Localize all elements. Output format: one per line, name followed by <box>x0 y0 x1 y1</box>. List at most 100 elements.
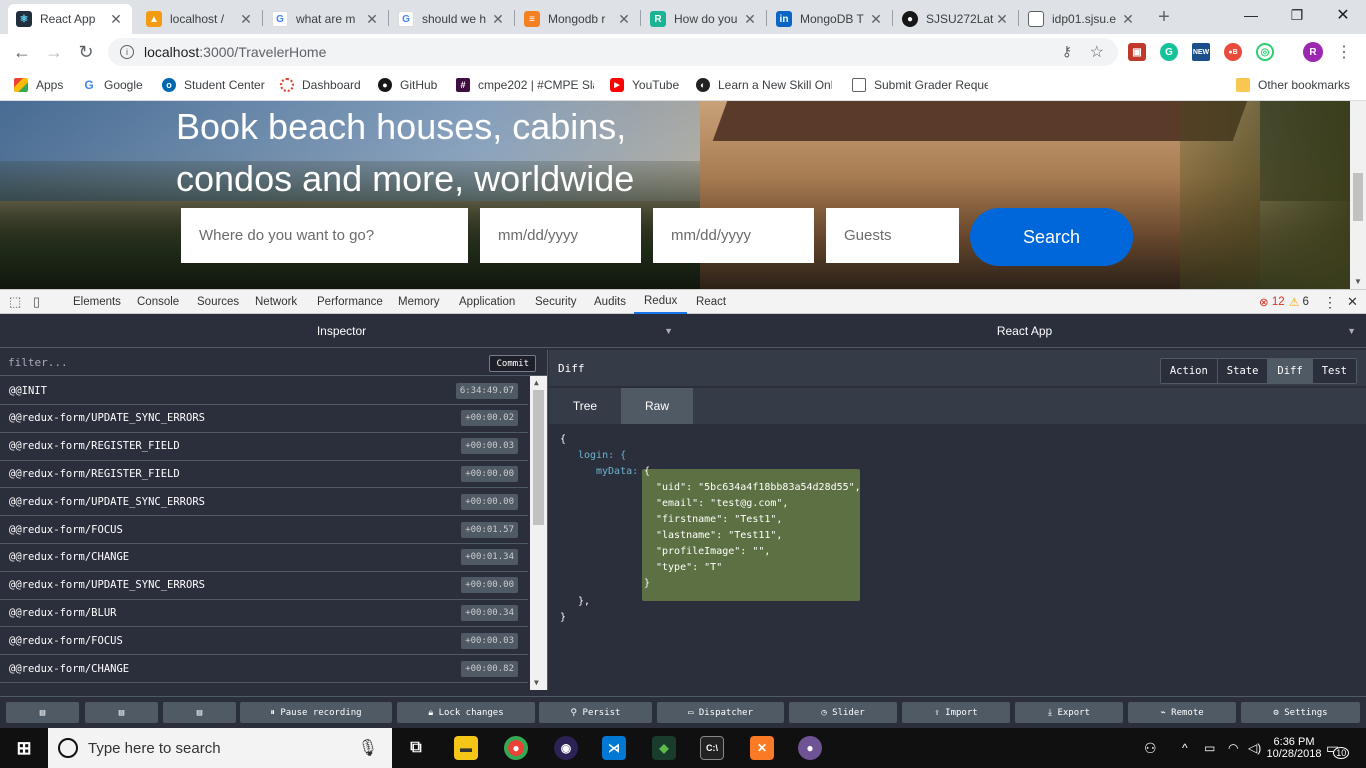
minimize-button[interactable]: — <box>1228 0 1274 30</box>
tab-react-app[interactable]: ⚛ React App ✕ <box>8 4 132 34</box>
maximize-button[interactable]: ❐ <box>1274 0 1320 30</box>
monitor-select[interactable]: Inspector ▼ <box>0 314 683 348</box>
notifications-icon[interactable]: ▭ 10 <box>1326 728 1350 768</box>
tab-linkedin[interactable]: in MongoDB T ✕ <box>768 4 892 34</box>
close-icon[interactable]: ✕ <box>616 11 632 28</box>
lock-changes-button[interactable]: 🔒︎ Lock changes <box>397 702 535 723</box>
xampp-icon[interactable]: ✕ <box>750 736 774 760</box>
battery-icon[interactable]: ▭ <box>1204 728 1215 768</box>
action-list-item[interactable]: @@redux-form/FOCUS +00:00.03 <box>0 627 528 656</box>
warning-count[interactable]: ⚠ 6 <box>1288 290 1310 314</box>
subtab-tree[interactable]: Tree <box>549 388 621 424</box>
scroll-down-arrow-icon[interactable]: ▼ <box>1354 277 1362 286</box>
guests-input[interactable]: Guests <box>826 208 959 263</box>
bookmark-youtube[interactable]: ▶ YouTube <box>610 76 679 94</box>
close-icon[interactable]: ✕ <box>868 11 884 28</box>
tab-console[interactable]: Console <box>136 290 180 314</box>
wifi-icon[interactable]: ◠ <box>1228 728 1238 768</box>
scroll-up-arrow-icon[interactable]: ▲ <box>534 378 539 387</box>
close-icon[interactable]: ✕ <box>238 11 254 28</box>
error-count[interactable]: ⊗ 12 <box>1258 290 1286 314</box>
inspect-element-icon[interactable]: ⬚ <box>8 290 22 314</box>
grammarly-icon[interactable]: G <box>1160 43 1178 61</box>
tab-performance[interactable]: Performance <box>316 290 384 314</box>
mode-diff-button[interactable]: Diff <box>1267 359 1312 383</box>
mode-test-button[interactable]: Test <box>1311 359 1356 383</box>
tab-application[interactable]: Application <box>458 290 516 314</box>
window-close-button[interactable]: ✕ <box>1320 0 1366 30</box>
github-desktop-icon[interactable]: ● <box>798 736 822 760</box>
forward-button[interactable]: → <box>42 40 66 64</box>
close-icon[interactable]: ✕ <box>490 11 506 28</box>
action-list-item[interactable]: @@redux-form/BLUR +00:00.34 <box>0 599 528 628</box>
chart-monitor-button[interactable]: ▤ <box>85 702 158 723</box>
bookmark-other[interactable]: Other bookmarks <box>1236 76 1350 94</box>
bookmark-lynda[interactable]: ◐ Learn a New Skill Onl <box>696 76 832 94</box>
devtools-close-icon[interactable]: ✕ <box>1346 290 1359 314</box>
bookmark-google[interactable]: G Google <box>82 76 143 94</box>
pause-recording-button[interactable]: ⏸ Pause recording <box>240 702 392 723</box>
import-button[interactable]: ⇪ Import <box>902 702 1010 723</box>
action-list-scrollbar[interactable]: ▲ ▼ <box>530 376 547 690</box>
checkout-date-input[interactable]: mm/dd/yyyy <box>653 208 814 263</box>
filter-input[interactable]: filter... Commit <box>0 350 548 376</box>
extension-icon[interactable]: ▣ <box>1128 43 1146 61</box>
file-explorer-icon[interactable]: ▬ <box>454 736 478 760</box>
close-icon[interactable]: ✕ <box>742 11 758 28</box>
action-list-item[interactable]: @@redux-form/UPDATE_SYNC_ERRORS +00:00.02 <box>0 405 528 433</box>
page-scrollbar[interactable]: ▼ <box>1350 101 1366 289</box>
chrome-icon[interactable]: ● <box>504 736 528 760</box>
search-button[interactable]: Search <box>970 208 1133 266</box>
mode-action-button[interactable]: Action <box>1160 359 1217 383</box>
key-icon[interactable]: ⚷ <box>1062 43 1072 60</box>
action-list-item[interactable]: @@redux-form/CHANGE +00:01.34 <box>0 544 528 572</box>
bookmark-grader[interactable]: Submit Grader Reque <box>852 76 988 94</box>
remote-button[interactable]: ⌁ Remote <box>1128 702 1236 723</box>
settings-button[interactable]: ⚙ Settings <box>1241 702 1360 723</box>
log-monitor-button[interactable]: ▤ <box>6 702 79 723</box>
tab-stackoverflow[interactable]: ≡ Mongodb r ✕ <box>516 4 640 34</box>
tab-google-2[interactable]: G should we h ✕ <box>390 4 514 34</box>
close-icon[interactable]: ✕ <box>108 11 124 28</box>
close-icon[interactable]: ✕ <box>364 11 380 28</box>
microphone-icon[interactable]: 🎙︎ <box>358 738 378 758</box>
eclipse-icon[interactable]: ◉ <box>554 736 578 760</box>
scrollbar-thumb[interactable] <box>533 390 544 525</box>
scrollbar-thumb[interactable] <box>1353 173 1363 221</box>
task-view-icon[interactable]: ⧉ <box>404 736 428 760</box>
windows-start-icon[interactable]: ⊞ <box>12 736 36 760</box>
action-list-item[interactable]: @@redux-form/REGISTER_FIELD +00:00.00 <box>0 460 528 489</box>
instance-select[interactable]: React App ▼ <box>683 314 1366 348</box>
tab-localhost[interactable]: ▲ localhost / ✕ <box>138 4 262 34</box>
tab-idp[interactable]: idp01.sjsu.e ✕ <box>1020 4 1144 34</box>
people-icon[interactable]: ⚇ <box>1144 728 1157 768</box>
address-bar[interactable]: i localhost:3000/TravelerHome ⚷ ☆ <box>108 38 1118 66</box>
tab-security[interactable]: Security <box>534 290 578 314</box>
tab-researchgate[interactable]: R How do you ✕ <box>642 4 766 34</box>
tab-audits[interactable]: Audits <box>593 290 627 314</box>
new-extension-icon[interactable]: NEW <box>1192 43 1210 61</box>
tab-sources[interactable]: Sources <box>196 290 240 314</box>
action-list-item[interactable]: @@redux-form/REGISTER_FIELD +00:00.03 <box>0 433 528 461</box>
inspector-monitor-button[interactable]: ▤ <box>163 702 236 723</box>
tab-google-1[interactable]: G what are m ✕ <box>264 4 388 34</box>
extension-ring-icon[interactable]: ◎ <box>1256 43 1274 61</box>
checkin-date-input[interactable]: mm/dd/yyyy <box>480 208 641 263</box>
scroll-down-arrow-icon[interactable]: ▼ <box>534 678 539 687</box>
more-menu-icon[interactable]: ⋮ <box>1332 40 1356 64</box>
chevron-up-icon[interactable]: ^ <box>1182 728 1188 768</box>
where-input[interactable]: Where do you want to go? <box>181 208 468 263</box>
mode-state-button[interactable]: State <box>1216 359 1268 383</box>
taskbar-search-input[interactable]: Type here to search 🎙︎ <box>48 728 392 768</box>
back-button[interactable]: ← <box>10 40 34 64</box>
commit-button[interactable]: Commit <box>489 355 536 372</box>
close-icon[interactable]: ✕ <box>1120 11 1136 28</box>
slider-button[interactable]: ◷ Slider <box>789 702 897 723</box>
star-icon[interactable]: ☆ <box>1090 42 1104 62</box>
tab-network[interactable]: Network <box>254 290 298 314</box>
tab-github[interactable]: ● SJSU272Lat ✕ <box>894 4 1018 34</box>
bookmark-dashboard[interactable]: Dashboard <box>280 76 361 94</box>
device-toolbar-icon[interactable]: ▯ <box>32 290 41 314</box>
action-list-item[interactable]: @@INIT 6:34:49.07 <box>0 377 528 405</box>
action-list-item[interactable]: @@redux-form/FOCUS +00:01.57 <box>0 516 528 544</box>
